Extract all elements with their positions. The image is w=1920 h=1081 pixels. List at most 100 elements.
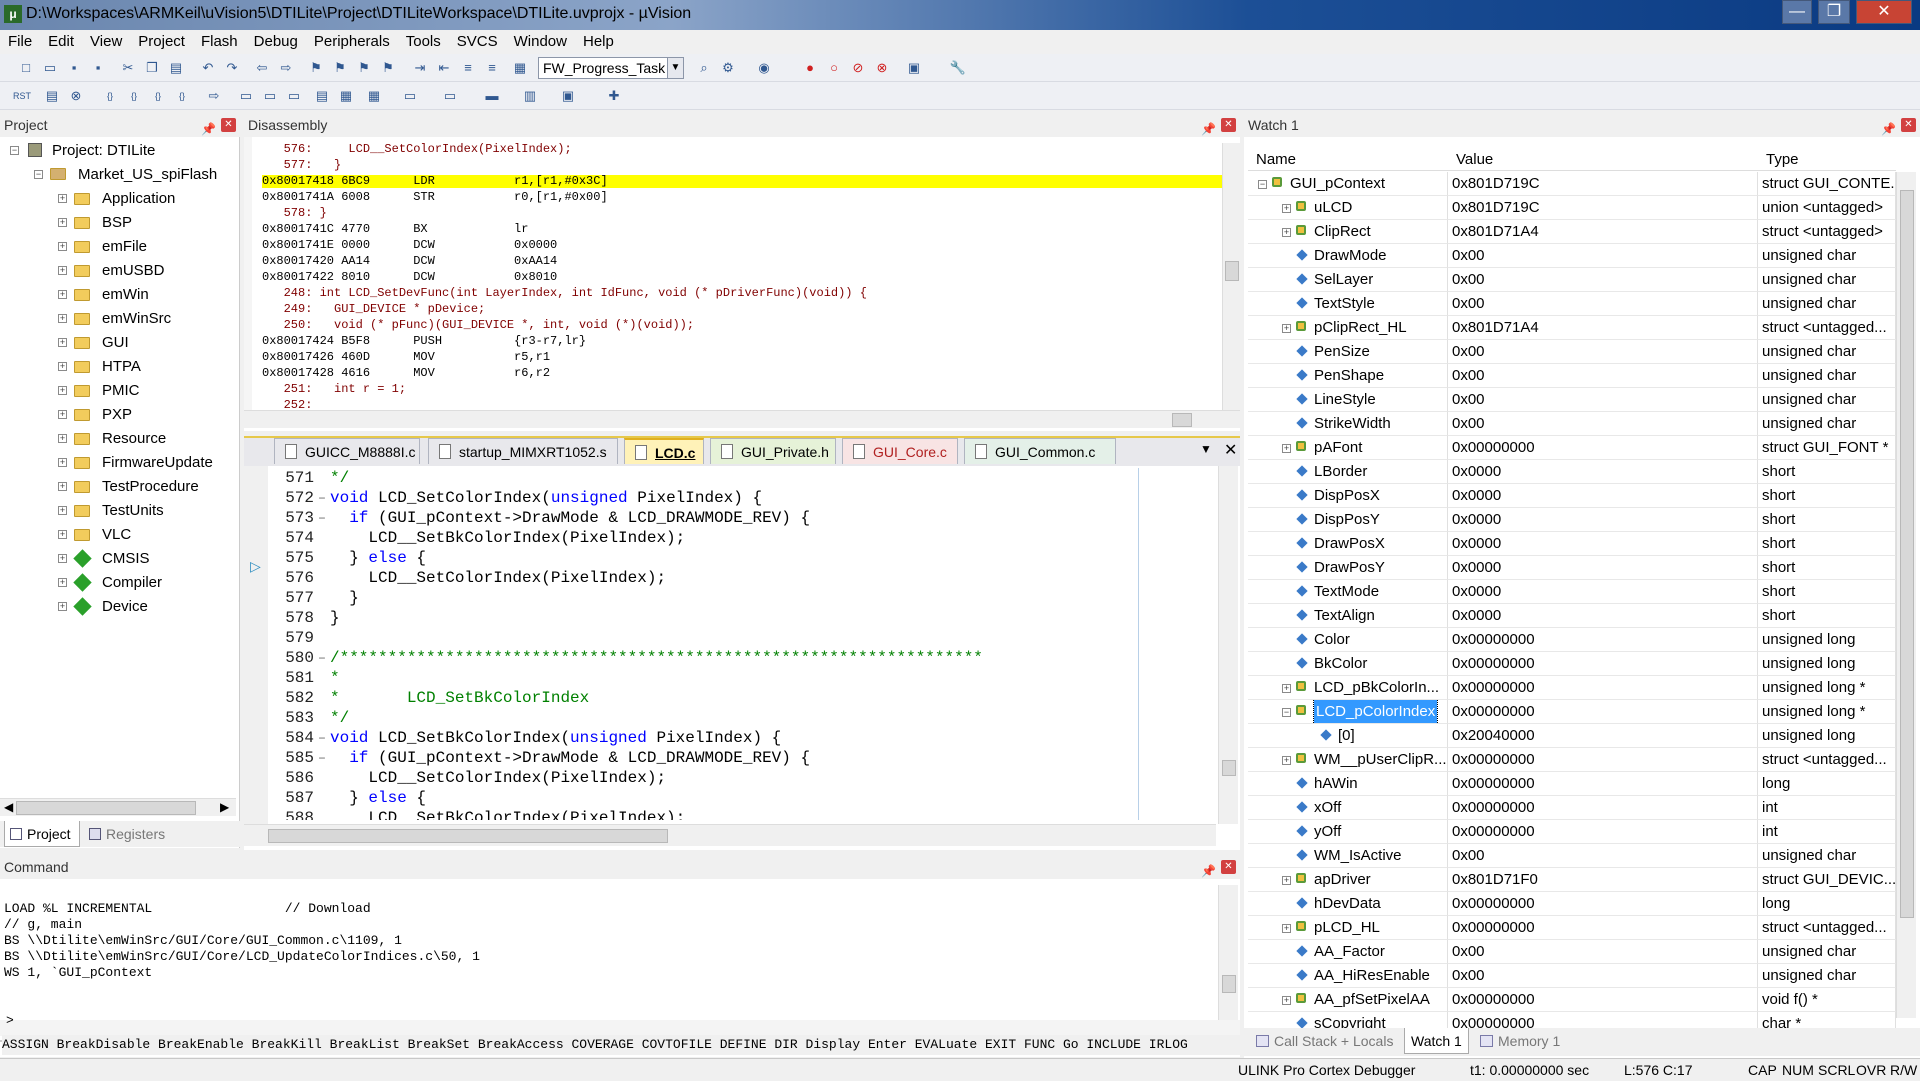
asm-line[interactable]: 0x80017422 8010 DCW 0x8010 (262, 271, 1222, 284)
watch-row[interactable]: DispPosX 0x0000 short (1248, 484, 1896, 508)
configure-icon[interactable]: 🔧 (948, 58, 968, 78)
watch-name-cell[interactable]: DrawMode (1248, 244, 1448, 268)
tab-watch-1[interactable]: Watch 1 (1404, 1028, 1469, 1054)
watch-row[interactable]: + WM__pUserClipR... 0x00000000 struct <unta… (1248, 748, 1896, 772)
editor-tab-guicc-m8888i-c[interactable]: GUICC_M8888I.c (274, 438, 420, 464)
watch-vscrollbar[interactable] (1896, 172, 1916, 1018)
menu-debug[interactable]: Debug (246, 30, 306, 50)
run-to-cursor-icon[interactable]: {} (172, 86, 192, 106)
asm-line[interactable]: 0x80017426 460D MOV r5,r1 (262, 351, 1222, 364)
watch-value[interactable]: 0x00 (1448, 412, 1758, 436)
watch-value[interactable]: 0x0000 (1448, 484, 1758, 508)
watch-window-icon[interactable]: ▦ (364, 86, 384, 106)
expand-icon[interactable]: + (58, 482, 67, 491)
watch-value[interactable]: 0x00000000 (1448, 820, 1758, 844)
code-line[interactable]: 571 */ (268, 468, 1216, 488)
expand-icon[interactable]: + (58, 458, 67, 467)
code-line[interactable]: 579 (268, 628, 1216, 648)
menu-help[interactable]: Help (575, 30, 622, 50)
expand-icon[interactable]: + (58, 386, 67, 395)
bookmark-clear-icon[interactable]: ⚑ (378, 58, 398, 78)
stop-icon[interactable]: ⊗ (66, 86, 86, 106)
watch-name-cell[interactable]: AA_Factor (1248, 940, 1448, 964)
watch-value[interactable]: 0x00 (1448, 292, 1758, 316)
watch-row[interactable]: + pLCD_HL 0x00000000 struct <untagged... (1248, 916, 1896, 940)
code-line[interactable]: 587 } else { (268, 788, 1216, 808)
col-type[interactable]: Type (1766, 149, 1799, 171)
registers-window-icon[interactable]: ▤ (312, 86, 332, 106)
watch-name-cell[interactable]: + pLCD_HL (1248, 916, 1448, 940)
show-next-statement-icon[interactable]: ⇨ (204, 86, 224, 106)
code-line[interactable]: 584− void LCD_SetBkColorIndex(unsigned Pi… (268, 728, 1216, 748)
watch-value[interactable]: 0x00 (1448, 964, 1758, 988)
bookmark-next-icon[interactable]: ⚑ (354, 58, 374, 78)
watch-name-cell[interactable]: DrawPosX (1248, 532, 1448, 556)
memory-window-icon[interactable]: ▭ (400, 86, 420, 106)
asm-line[interactable]: 0x80017428 4616 MOV r6,r2 (262, 367, 1222, 380)
expand-icon[interactable]: + (1282, 324, 1291, 333)
watch-name-cell[interactable]: TextMode (1248, 580, 1448, 604)
source-line[interactable]: 251: int r = 1; (262, 383, 1222, 396)
expand-icon[interactable]: + (1282, 684, 1291, 693)
watch-name-cell[interactable]: WM_IsActive (1248, 844, 1448, 868)
menu-edit[interactable]: Edit (40, 30, 82, 50)
fold-marker[interactable]: − (314, 729, 330, 749)
expand-icon[interactable]: + (58, 578, 67, 587)
col-value[interactable]: Value (1456, 149, 1493, 171)
command-prompt[interactable]: > (6, 1013, 14, 1028)
cut-icon[interactable]: ✂ (118, 58, 138, 78)
expand-icon[interactable]: + (58, 362, 67, 371)
watch-value[interactable]: 0x0000 (1448, 580, 1758, 604)
editor-tab-startup-mimxrt1052-s[interactable]: startup_MIMXRT1052.s (428, 438, 618, 464)
watch-value[interactable]: 0x00 (1448, 940, 1758, 964)
code-line[interactable]: 588 LCD__SetBkColorIndex(PixelIndex); (268, 808, 1216, 820)
pin-icon[interactable]: 📌 (1881, 117, 1896, 141)
watch-name-cell[interactable]: yOff (1248, 820, 1448, 844)
asm-line[interactable]: 0x8001741A 6008 STR r0,[r1,#0x00] (262, 191, 1222, 204)
maximize-button[interactable]: ❐ (1818, 0, 1850, 24)
code-line[interactable]: 575 } else { (268, 548, 1216, 568)
system-viewer-icon[interactable]: ▣ (558, 86, 578, 106)
watch-row[interactable]: AA_Factor 0x00 unsigned char (1248, 940, 1896, 964)
watch-value[interactable]: 0x00 (1448, 340, 1758, 364)
watch-value[interactable]: 0x0000 (1448, 556, 1758, 580)
expand-icon[interactable]: + (58, 194, 67, 203)
watch-row[interactable]: PenSize 0x00 unsigned char (1248, 340, 1896, 364)
menu-peripherals[interactable]: Peripherals (306, 30, 398, 50)
watch-value[interactable]: 0x00000000 (1448, 436, 1758, 460)
code-line[interactable]: 578} (268, 608, 1216, 628)
watch-value[interactable]: 0x00 (1448, 388, 1758, 412)
watch-value[interactable]: 0x801D719C (1448, 196, 1758, 220)
disassembly-hscrollbar[interactable] (244, 410, 1240, 428)
incremental-find-icon[interactable]: ⚙ (718, 58, 738, 78)
watch-name-cell[interactable]: LBorder (1248, 460, 1448, 484)
save-icon[interactable]: ▪ (64, 58, 84, 78)
close-icon[interactable]: ✕ (1221, 118, 1236, 132)
reset-icon[interactable]: RST (12, 86, 32, 106)
expand-icon[interactable]: + (58, 218, 67, 227)
analysis-window-icon[interactable]: ▬ (482, 86, 502, 106)
source-line[interactable]: 578: } (262, 207, 1222, 220)
step-out-icon[interactable]: {} (148, 86, 168, 106)
menu-svcs[interactable]: SVCS (449, 30, 506, 50)
watch-row[interactable]: xOff 0x00000000 int (1248, 796, 1896, 820)
watch-row[interactable]: DrawPosY 0x0000 short (1248, 556, 1896, 580)
watch-name-cell[interactable]: − GUI_pContext (1248, 172, 1448, 196)
menu-file[interactable]: File (0, 30, 40, 50)
watch-name-cell[interactable]: SelLayer (1248, 268, 1448, 292)
code-line[interactable]: 581 * (268, 668, 1216, 688)
command-hscrollbar[interactable] (0, 1020, 1240, 1036)
expand-icon[interactable]: + (58, 554, 67, 563)
watch-value[interactable]: 0x801D719C (1448, 172, 1758, 196)
disassembly-window-icon[interactable]: ▭ (260, 86, 280, 106)
expand-icon[interactable]: + (58, 242, 67, 251)
watch-name-cell[interactable]: LineStyle (1248, 388, 1448, 412)
indent-icon[interactable]: ⇥ (410, 58, 430, 78)
call-stack-icon[interactable]: ▦ (336, 86, 356, 106)
editor-tab-lcd-c[interactable]: LCD.c (624, 438, 704, 464)
watch-value[interactable]: 0x00 (1448, 844, 1758, 868)
watch-name-cell[interactable]: TextStyle (1248, 292, 1448, 316)
breakpoint-disable-icon[interactable]: ○ (824, 58, 844, 78)
breakpoint-disable-all-icon[interactable]: ⊘ (848, 58, 868, 78)
expand-icon[interactable]: + (1282, 924, 1291, 933)
